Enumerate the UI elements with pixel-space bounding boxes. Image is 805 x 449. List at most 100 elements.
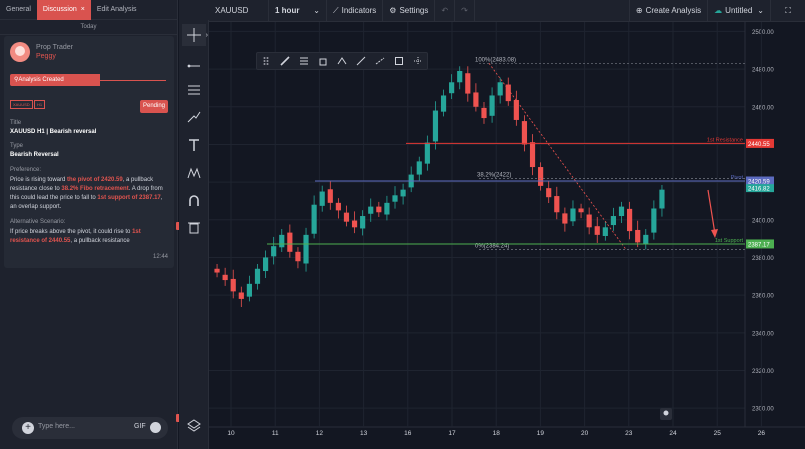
tab-edit-analysis[interactable]: Edit Analysis: [91, 0, 143, 20]
cloud-icon: ☁: [714, 6, 723, 15]
trash-icon[interactable]: [182, 216, 206, 238]
candle-body: [384, 202, 390, 215]
line-style-icon[interactable]: [333, 53, 352, 69]
layout-select[interactable]: ☁ Untitled ⌄: [708, 0, 771, 22]
price-chart[interactable]: 2300.00 2320.00 2340.00 2360.00 2380.00 2400.…: [209, 22, 805, 449]
tab-edit-label: Edit Analysis: [96, 5, 137, 13]
chart-toolbar: XAUUSD 1 hour ⌄ ⟋ Indicators ⚙ Settings ↶ ↷…: [209, 0, 805, 22]
brush-icon[interactable]: [182, 106, 206, 128]
layout-label: Untitled: [725, 6, 753, 15]
box-icon[interactable]: [389, 53, 408, 69]
candle-body: [449, 82, 455, 94]
y-tick-label: 2360.00: [752, 294, 774, 300]
gif-button[interactable]: GIF: [134, 423, 146, 430]
candle-body: [529, 142, 536, 168]
candle-body: [602, 227, 608, 236]
redo-icon: ↷: [461, 6, 468, 15]
undo-icon: ↶: [441, 6, 449, 15]
close-icon[interactable]: ×: [81, 6, 85, 13]
candle-body: [271, 246, 277, 257]
x-tick-label: 17: [448, 430, 456, 437]
event-line: [100, 80, 166, 81]
y-tick-label: 2400.00: [752, 218, 774, 224]
candle-body: [465, 73, 471, 94]
y-tick-label: 2320.00: [752, 369, 774, 375]
rail-corner: [179, 0, 209, 22]
alt-scenario-label: Alternative Scenario:: [10, 219, 66, 225]
tab-general-label: General: [6, 5, 31, 13]
horizontal-lines-icon[interactable]: [182, 79, 206, 101]
crosshair-icon[interactable]: ›: [182, 24, 208, 46]
undo-button[interactable]: ↶: [435, 0, 456, 22]
pattern-icon[interactable]: [182, 162, 206, 184]
candle-body: [432, 110, 439, 142]
extend-line-icon[interactable]: [370, 53, 389, 69]
text-icon[interactable]: [182, 134, 206, 156]
candle-body: [586, 214, 592, 228]
indicators-button[interactable]: ⟋ Indicators: [327, 0, 384, 22]
drawing-floating-toolbar: [256, 52, 428, 70]
tab-general[interactable]: General: [0, 0, 37, 20]
chart-canvas[interactable]: 2300.00 2320.00 2340.00 2360.00 2380.00 2400.…: [209, 22, 805, 449]
analysis-panel: General Discussion × Edit Analysis Today …: [0, 0, 178, 449]
create-analysis-button[interactable]: ⊕ Create Analysis: [628, 0, 709, 22]
drawing-tools-rail: ›: [179, 20, 209, 449]
tab-discussion[interactable]: Discussion ×: [36, 0, 91, 20]
candle-body: [457, 70, 463, 83]
candle-body: [376, 206, 382, 213]
symbol-search[interactable]: XAUUSD: [209, 0, 269, 22]
trend-line-icon[interactable]: [182, 52, 206, 74]
candle-body: [473, 92, 479, 107]
x-tick-label: 26: [758, 430, 766, 437]
fib-label: 38.2%(2422): [477, 172, 511, 178]
redo-button[interactable]: ↷: [455, 0, 475, 22]
candle-body: [311, 204, 317, 234]
more-icon[interactable]: [408, 53, 427, 69]
candle-body: [343, 212, 350, 222]
fullscreen-button[interactable]: ⛶: [771, 0, 805, 22]
candle-body: [570, 208, 576, 222]
indicators-label: Indicators: [341, 6, 377, 15]
candle-body: [368, 206, 374, 214]
message-card: Prop Trader Peggy ⚲Analysis Created XAUU…: [4, 36, 174, 268]
text-span: , a pullback resistance: [70, 238, 130, 244]
drag-handle-icon[interactable]: [257, 53, 276, 69]
user-name[interactable]: Peggy: [36, 53, 56, 60]
fib-levels-icon[interactable]: [295, 53, 314, 69]
candle-body: [400, 189, 406, 197]
x-tick-label: 19: [537, 430, 545, 437]
y-tick-label: 2300.00: [752, 407, 774, 413]
create-analysis-label: Create Analysis: [645, 6, 702, 15]
candle-body: [254, 268, 261, 284]
fill-icon[interactable]: [314, 53, 333, 69]
indicators-icon: ⟋: [333, 5, 339, 15]
pencil-icon[interactable]: [276, 53, 295, 69]
message-input[interactable]: Type here...: [38, 423, 75, 430]
highlight-text: the pivot of 2420.59: [67, 177, 123, 183]
fib-label: 100%(2483.08): [475, 57, 516, 63]
line-width-icon[interactable]: [351, 53, 370, 69]
alt-scenario-text: If price breaks above the pivot, it coul…: [10, 228, 170, 246]
level-name: 1st Resistance: [707, 137, 743, 143]
x-tick-label: 10: [227, 430, 235, 437]
emoji-icon[interactable]: [150, 422, 161, 433]
level-price-label: 2440.55: [748, 142, 770, 148]
add-attachment-icon[interactable]: +: [22, 422, 34, 434]
magnet-icon[interactable]: [182, 190, 206, 212]
interval-select[interactable]: 1 hour ⌄: [269, 0, 327, 22]
y-tick-label: 2500.00: [752, 30, 774, 36]
fullscreen-icon: ⛶: [785, 5, 791, 15]
type-label: Type: [10, 143, 24, 149]
x-tick-label: 12: [316, 430, 324, 437]
settings-button[interactable]: ⚙ Settings: [383, 0, 436, 22]
level-name: Pivot: [731, 175, 744, 181]
layers-icon[interactable]: [182, 414, 206, 436]
status-badge[interactable]: Pending: [140, 100, 168, 113]
interval-chip: H1: [34, 100, 46, 109]
text-span: If price breaks above the pivot, it coul…: [10, 229, 133, 235]
candle-body: [635, 229, 641, 243]
settings-label: Settings: [399, 6, 429, 15]
plus-circle-icon: ⊕: [635, 6, 643, 15]
y-tick-label: 2380.00: [752, 256, 774, 262]
title-label: Title: [10, 120, 22, 126]
